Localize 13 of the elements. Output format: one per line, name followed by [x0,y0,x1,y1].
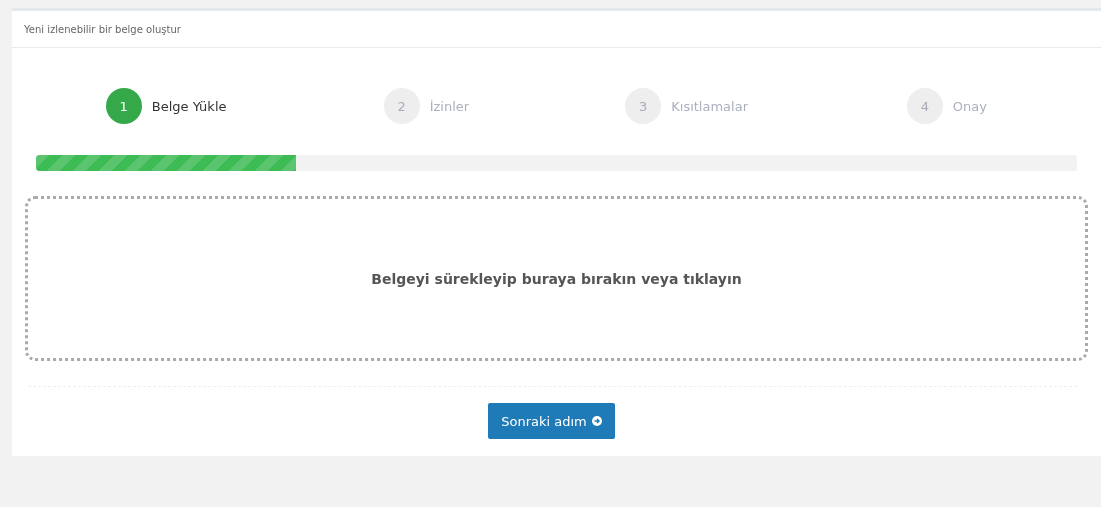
next-button[interactable]: Sonraki adım [488,403,615,439]
panel-title: Yeni izlenebilir bir belge oluştur [24,23,181,35]
drop-zone[interactable]: Belgeyi sürekleyip buraya bırakın veya tıklayın [25,196,1088,361]
step-label[interactable]: Onay [952,98,987,114]
step-number[interactable]: 3 [625,88,662,124]
step-number[interactable]: 1 [105,88,142,124]
step-label[interactable]: Kısıtlamalar [671,98,748,114]
step-number[interactable]: 2 [383,88,420,124]
arrow-circle-icon [591,416,602,426]
step-label[interactable]: İzinler [429,98,470,114]
drop-zone-text: Belgeyi sürekleyip buraya bırakın veya tıklayın [371,270,742,287]
step-label[interactable]: Belge Yükle [151,98,227,114]
step-number[interactable]: 4 [906,88,943,124]
